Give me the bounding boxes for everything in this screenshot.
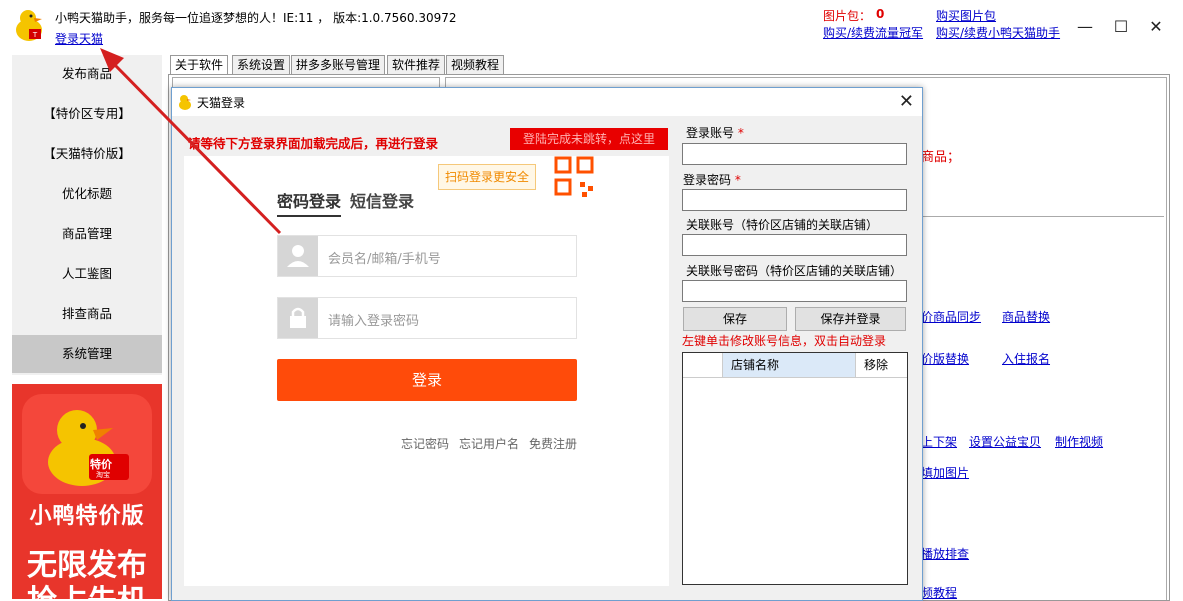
sidebar-item-tmall-special[interactable]: 【天猫特价版】 <box>12 135 162 173</box>
tab-software-recommend[interactable]: 软件推荐 <box>387 55 446 75</box>
bg-link-up-down[interactable]: 上下架 <box>921 433 957 450</box>
svg-text:T: T <box>32 31 38 39</box>
tab-pdd-accounts[interactable]: 拼多多账号管理 <box>291 55 386 75</box>
sidebar-item-check-product[interactable]: 排查商品 <box>12 295 162 333</box>
password-label-text: 登录密码 <box>683 173 732 187</box>
grid-header: 店铺名称 移除 <box>683 353 907 378</box>
sidebar-item-product-manage[interactable]: 商品管理 <box>12 215 162 253</box>
sidebar-item-manual-image[interactable]: 人工鉴图 <box>12 255 162 293</box>
embedded-login-page: 扫码登录更安全 密码登录 短信登录 会员名/邮箱/手机号 请输入登录密码 登录 … <box>184 156 669 586</box>
duck-mascot-icon <box>48 410 129 486</box>
qr-code-icon[interactable] <box>554 156 602 208</box>
bg-link-play-check[interactable]: 播放排查 <box>921 545 969 562</box>
promo-banner[interactable]: 特价 淘宝 小鸭特价版 无限发布 抢占先机 <box>12 384 162 599</box>
duck-icon <box>179 95 191 110</box>
bg-link-charity[interactable]: 设置公益宝贝 <box>969 433 1041 450</box>
sidebar-item-special-zone[interactable]: 【特价区专用】 <box>12 95 162 133</box>
promo-badge-sub: 淘宝 <box>96 471 110 479</box>
shop-grid[interactable]: 店铺名称 移除 <box>682 352 908 585</box>
promo-line1: 小鸭特价版 <box>29 504 145 529</box>
password-field[interactable]: 请输入登录密码 <box>277 297 577 339</box>
sidebar-item-optimize-title[interactable]: 优化标题 <box>12 175 162 213</box>
sidebar-item-publish[interactable]: 发布商品 <box>12 55 162 93</box>
inner-box-group <box>915 216 1164 600</box>
password-label: 登录密码 * <box>683 171 741 188</box>
dialog-titlebar: 天猫登录 ✕ <box>172 88 922 116</box>
account-input[interactable] <box>682 143 907 165</box>
required-mark: * <box>737 126 744 140</box>
login-done-not-redirect-button[interactable]: 登陆完成未跳转，点这里 <box>510 128 668 150</box>
bg-link-price-replace[interactable]: 价版替换 <box>921 350 969 367</box>
register-link[interactable]: 免费注册 <box>529 435 577 452</box>
sidebar-item-system-manage[interactable]: 系统管理 <box>12 335 162 373</box>
username-placeholder: 会员名/邮箱/手机号 <box>328 252 441 267</box>
promo-line3: 抢占先机 <box>12 576 162 599</box>
account-label: 登录账号 * <box>686 124 744 141</box>
account-label-text: 登录账号 <box>686 126 735 140</box>
lock-icon <box>278 298 318 338</box>
app-title: 小鸭天猫助手，服务每一位追逐梦想的人！IE:11 ， 版本:1.0.7560.3… <box>55 11 457 25</box>
bg-link-price-sync[interactable]: 价商品同步 <box>921 308 981 325</box>
dialog-close-button[interactable]: ✕ <box>899 91 914 112</box>
minimize-button[interactable]: — <box>1074 16 1096 38</box>
grid-header-remove[interactable]: 移除 <box>857 353 906 377</box>
app-logo-duck-icon: T <box>16 10 42 41</box>
sidebar: 发布商品 【特价区专用】 【天猫特价版】 优化标题 商品管理 人工鉴图 排查商品… <box>12 55 162 375</box>
buy-duck-helper-link[interactable]: 购买/续费小鸭天猫助手 <box>936 24 1060 41</box>
tab-video-tutorial[interactable]: 视频教程 <box>446 55 505 75</box>
buy-flow-champion-link[interactable]: 购买/续费流量冠军 <box>823 24 923 41</box>
bg-link-product-replace[interactable]: 商品替换 <box>1002 308 1050 325</box>
pic-package-label: 图片包： <box>823 9 872 23</box>
password-placeholder: 请输入登录密码 <box>328 314 420 329</box>
dialog-hint: 请等待下方登录界面加载完成后，再进行登录 <box>188 136 439 151</box>
qr-tip: 扫码登录更安全 <box>438 164 536 190</box>
grid-header-shop-name[interactable]: 店铺名称 <box>723 353 856 377</box>
linked-password-label: 关联账号密码（特价区店铺的关联店铺） <box>686 264 903 278</box>
promo-logo-box: 特价 淘宝 <box>22 394 152 494</box>
forgot-username-link[interactable]: 忘记用户名 <box>459 435 519 452</box>
bg-red-text: 商品； <box>921 150 961 165</box>
save-and-login-button[interactable]: 保存并登录 <box>795 307 906 331</box>
login-submit-button[interactable]: 登录 <box>277 359 577 401</box>
login-tmall-link[interactable]: 登录天猫 <box>55 30 103 47</box>
grid-header-select <box>683 353 723 377</box>
required-mark: * <box>734 173 741 187</box>
tab-about[interactable]: 关于软件 <box>170 55 229 76</box>
linked-account-label: 关联账号（特价区店铺的关联店铺） <box>686 218 879 232</box>
close-button[interactable]: ✕ <box>1145 16 1167 38</box>
pic-package-count: 0 <box>876 7 885 21</box>
save-button[interactable]: 保存 <box>683 307 787 331</box>
bg-link-tutorial[interactable]: 频教程 <box>921 584 957 601</box>
buy-pic-package-link[interactable]: 购买图片包 <box>936 7 996 24</box>
linked-password-input[interactable] <box>682 280 907 302</box>
tab-sms-login[interactable]: 短信登录 <box>350 188 414 212</box>
user-icon <box>278 236 318 276</box>
forgot-password-link[interactable]: 忘记密码 <box>401 435 449 452</box>
form-help-text: 左键单击修改账号信息，双击自动登录 <box>682 334 887 348</box>
tab-system-settings[interactable]: 系统设置 <box>232 55 291 75</box>
dialog-title: 天猫登录 <box>197 96 246 110</box>
bg-link-enter-signup[interactable]: 入住报名 <box>1002 350 1050 367</box>
username-field[interactable]: 会员名/邮箱/手机号 <box>277 235 577 277</box>
tab-password-login[interactable]: 密码登录 <box>277 188 342 217</box>
password-input[interactable] <box>682 189 907 211</box>
bg-link-add-image[interactable]: 填加图片 <box>921 464 969 481</box>
bg-link-make-video[interactable]: 制作视频 <box>1055 433 1103 450</box>
linked-account-input[interactable] <box>682 234 907 256</box>
tmall-login-dialog: 天猫登录 ✕ 请等待下方登录界面加载完成后，再进行登录 登陆完成未跳转，点这里 … <box>171 87 923 601</box>
maximize-button[interactable]: ☐ <box>1110 16 1132 38</box>
